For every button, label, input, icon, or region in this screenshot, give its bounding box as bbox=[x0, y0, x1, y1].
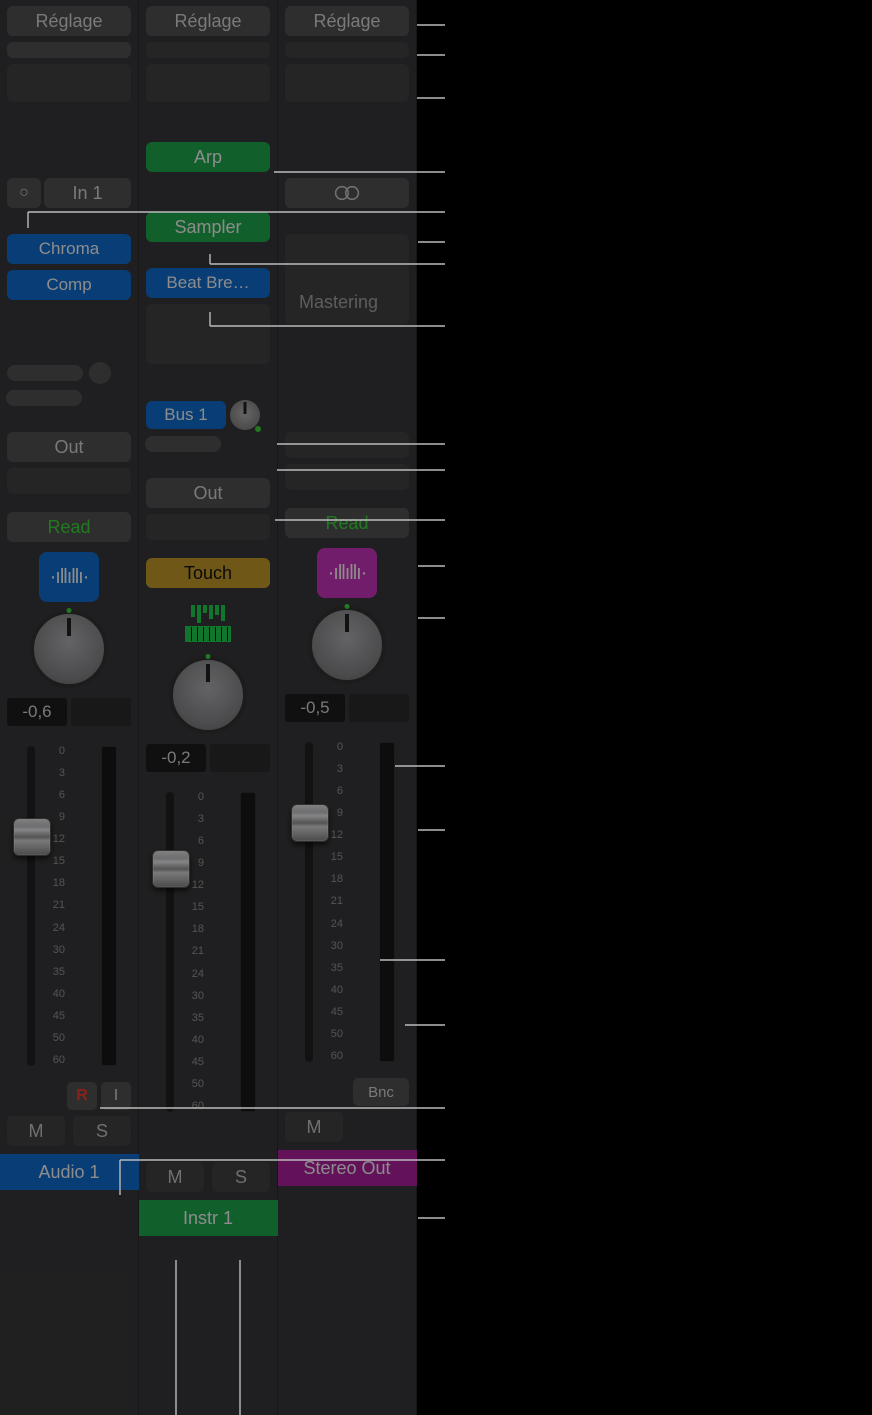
peak-display[interactable] bbox=[349, 694, 409, 722]
bounce-button[interactable]: Bnc bbox=[353, 1078, 409, 1106]
solo-button[interactable]: S bbox=[73, 1116, 131, 1146]
mixer: Réglage ○ In 1 Chroma Comp Out Read ·ıll bbox=[0, 0, 417, 1415]
group-slot[interactable] bbox=[7, 468, 131, 494]
waveform-icon: ·ıllıllı· bbox=[328, 562, 367, 585]
group-slot[interactable] bbox=[146, 514, 270, 540]
fader-meter-area: 036 91215 182124 303540 455060 bbox=[285, 742, 409, 1072]
settings-button[interactable]: Réglage bbox=[146, 6, 270, 36]
fader-meter-area: 036 91215 182124 303540 455060 bbox=[7, 746, 131, 1076]
channel-strip-stereo-out: Réglage Mastering Read ·ıllıllı· bbox=[278, 0, 417, 1415]
settings-button[interactable]: Réglage bbox=[285, 6, 409, 36]
stereo-mode-button[interactable] bbox=[285, 178, 409, 208]
record-enable-button[interactable]: R bbox=[67, 1082, 97, 1110]
send-slot-empty[interactable] bbox=[7, 365, 83, 381]
send-slot-empty-2[interactable] bbox=[6, 390, 82, 406]
eq-slot[interactable] bbox=[285, 64, 409, 102]
mute-button[interactable]: M bbox=[146, 1162, 204, 1192]
volume-db-display[interactable]: -0,6 bbox=[7, 698, 67, 726]
pan-knob[interactable] bbox=[169, 656, 247, 734]
fader-meter-area: 036 91215 182124 303540 455060 bbox=[146, 792, 270, 1122]
channel-strip-audio-1: Réglage ○ In 1 Chroma Comp Out Read ·ıll bbox=[0, 0, 139, 1415]
midi-fx-slot[interactable]: Arp bbox=[146, 142, 270, 172]
track-name[interactable]: Stereo Out bbox=[278, 1150, 417, 1186]
audio-fx-slot-1[interactable]: Chroma bbox=[7, 234, 131, 264]
automation-mode-button[interactable]: Read bbox=[285, 508, 409, 538]
db-scale: 036 91215 182124 303540 455060 bbox=[178, 792, 204, 1112]
output-slot[interactable]: Out bbox=[146, 478, 270, 508]
send-slot-empty-2[interactable] bbox=[145, 436, 221, 452]
mute-button[interactable]: M bbox=[7, 1116, 65, 1146]
channel-strip-instr-1: Réglage Arp Sampler Beat Bre… Bus 1 Out … bbox=[139, 0, 278, 1415]
db-scale: 036 91215 182124 303540 455060 bbox=[317, 742, 343, 1062]
waveform-icon: ·ıllıllı· bbox=[50, 566, 89, 589]
send-knob-empty[interactable] bbox=[89, 362, 111, 384]
mute-button[interactable]: M bbox=[285, 1112, 343, 1142]
audio-fx-slot-2[interactable]: Comp bbox=[7, 270, 131, 300]
volume-db-display[interactable]: -0,5 bbox=[285, 694, 345, 722]
output-slot[interactable] bbox=[285, 432, 409, 458]
peak-display[interactable] bbox=[71, 698, 131, 726]
fader-track bbox=[166, 792, 174, 1112]
level-meter bbox=[101, 746, 117, 1066]
audio-fx-slot-empty[interactable] bbox=[146, 304, 270, 364]
output-slot[interactable]: Out bbox=[7, 432, 131, 462]
volume-db-display[interactable]: -0,2 bbox=[146, 744, 206, 772]
db-scale: 036 91215 182124 303540 455060 bbox=[39, 746, 65, 1066]
fader-track bbox=[27, 746, 35, 1066]
gain-slot[interactable] bbox=[285, 42, 409, 58]
automation-mode-button[interactable]: Touch bbox=[146, 558, 270, 588]
audio-fx-slot-1[interactable]: Beat Bre… bbox=[146, 268, 270, 298]
input-slot[interactable]: In 1 bbox=[44, 178, 131, 208]
stereo-rings-icon bbox=[328, 183, 366, 203]
track-icon[interactable]: ·ıllıllı· bbox=[317, 548, 377, 598]
settings-button[interactable]: Réglage bbox=[7, 6, 131, 36]
gain-slot[interactable] bbox=[146, 42, 270, 58]
eq-slot[interactable] bbox=[7, 64, 131, 102]
fader-track bbox=[305, 742, 313, 1062]
instrument-slot[interactable]: Sampler bbox=[146, 212, 270, 242]
send-level-knob[interactable] bbox=[230, 400, 260, 430]
mastering-label: Mastering bbox=[293, 288, 378, 324]
input-monitor-button[interactable]: I bbox=[101, 1082, 131, 1110]
balance-knob[interactable] bbox=[308, 606, 386, 684]
instrument-icon bbox=[185, 605, 231, 642]
level-meter bbox=[379, 742, 395, 1062]
solo-button[interactable]: S bbox=[212, 1162, 270, 1192]
pan-knob[interactable] bbox=[30, 610, 108, 688]
peak-display[interactable] bbox=[210, 744, 270, 772]
level-meter bbox=[240, 792, 256, 1112]
send-slot[interactable]: Bus 1 bbox=[146, 401, 226, 429]
track-icon[interactable] bbox=[178, 598, 238, 648]
audio-fx-area[interactable]: Mastering bbox=[285, 234, 409, 324]
gain-slot[interactable] bbox=[7, 42, 131, 58]
direct-monitor-button[interactable]: ○ bbox=[7, 178, 41, 208]
eq-slot[interactable] bbox=[146, 64, 270, 102]
track-icon[interactable]: ·ıllıllı· bbox=[39, 552, 99, 602]
group-slot[interactable] bbox=[285, 464, 409, 490]
automation-mode-button[interactable]: Read bbox=[7, 512, 131, 542]
track-name[interactable]: Audio 1 bbox=[0, 1154, 139, 1190]
track-name[interactable]: Instr 1 bbox=[139, 1200, 278, 1236]
